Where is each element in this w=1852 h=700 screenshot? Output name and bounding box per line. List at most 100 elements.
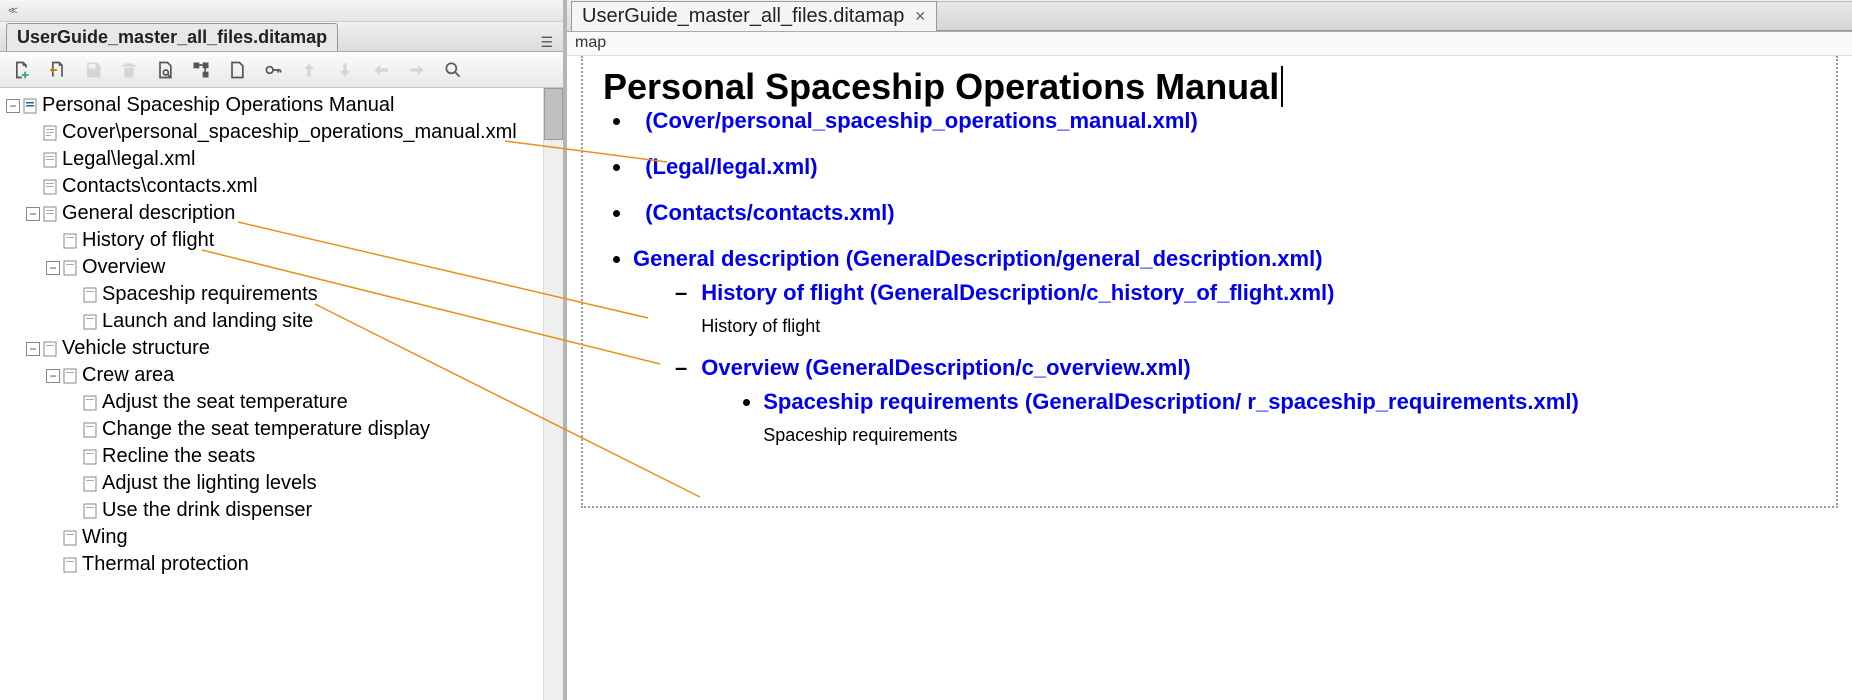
expander-icon[interactable]: − [26,342,40,356]
tree-label[interactable]: Spaceship requirements [102,283,318,306]
tree-label[interactable]: Adjust the lighting levels [102,472,317,495]
save-icon [82,59,104,81]
tree-root[interactable]: − Personal Spaceship Operations Manual [6,92,563,119]
tree-label[interactable]: General description [62,202,235,225]
left-toolbar [0,52,563,88]
tree-item-launch[interactable]: Launch and landing site [6,308,563,335]
tree-label[interactable]: Change the seat temperature display [102,418,430,441]
tree-item-dispenser[interactable]: Use the drink dispenser [6,497,563,524]
expander-icon[interactable]: − [26,207,40,221]
tree-item-cover[interactable]: Cover\personal_spaceship_operations_manu… [6,119,563,146]
panel-menu-icon[interactable]: ☰ [540,34,553,51]
tree-label[interactable]: History of flight [82,229,214,252]
left-tab-row: UserGuide_master_all_files.ditamap ☰ [0,22,563,52]
topic-icon [82,449,98,465]
tree-item-spaceship-req[interactable]: Spaceship requirements [6,281,563,308]
topic-icon [42,125,58,141]
topic-icon [82,287,98,303]
topic-icon [42,341,58,357]
tree-label[interactable]: Vehicle structure [62,337,210,360]
topic-icon [82,314,98,330]
arrow-right-icon [406,59,428,81]
topic-icon [62,557,78,573]
topic-icon [62,233,78,249]
tree-label[interactable]: Legal\legal.xml [62,148,195,171]
map-entry-spaceship-req[interactable]: Spaceship requirements (GeneralDescripti… [763,389,1579,446]
tree-label[interactable]: Thermal protection [82,553,249,576]
editor-area[interactable]: Personal Spaceship Operations Manual (Co… [567,56,1852,700]
tree-item-general[interactable]: − General description [6,200,563,227]
topic-icon [62,260,78,276]
map-entry-general[interactable]: General description (GeneralDescription/… [633,246,1816,466]
tree-label[interactable]: Overview [82,256,165,279]
tree-label[interactable]: Wing [82,526,128,549]
tree-item-vehicle[interactable]: − Vehicle structure [6,335,563,362]
link[interactable]: (Contacts/contacts.xml) [645,200,894,225]
tree-view[interactable]: − Personal Spaceship Operations Manual C… [0,88,563,700]
map-entry-contacts[interactable]: (Contacts/contacts.xml) [633,200,1816,226]
map-entry-legal[interactable]: (Legal/legal.xml) [633,154,1816,180]
expander-icon[interactable]: − [46,261,60,275]
left-tab[interactable]: UserGuide_master_all_files.ditamap [6,23,338,51]
arrow-left-icon [370,59,392,81]
import-icon[interactable] [46,59,68,81]
expander-icon[interactable]: − [6,99,20,113]
close-icon[interactable]: ✕ [914,8,926,25]
tree-item-adjust-temp[interactable]: Adjust the seat temperature [6,389,563,416]
tree-label[interactable]: Adjust the seat temperature [102,391,348,414]
left-panel: << UserGuide_master_all_files.ditamap ☰ [0,0,567,700]
delete-icon [118,59,140,81]
topic-icon [82,395,98,411]
key-icon[interactable] [262,59,284,81]
tree-label[interactable]: Cover\personal_spaceship_operations_manu… [62,121,517,144]
tree-label[interactable]: Contacts\contacts.xml [62,175,258,198]
breadcrumb-item[interactable]: map [575,34,606,51]
arrow-up-icon [298,59,320,81]
tree-item-contacts[interactable]: Contacts\contacts.xml [6,173,563,200]
link[interactable]: Overview (GeneralDescription/c_overview.… [701,355,1191,380]
right-panel: UserGuide_master_all_files.ditamap ✕ map… [567,0,1852,700]
tree-item-thermal[interactable]: Thermal protection [6,551,563,578]
link[interactable]: History of flight (GeneralDescription/c_… [701,280,1334,305]
tree-item-overview[interactable]: − Overview [6,254,563,281]
editor-tab[interactable]: UserGuide_master_all_files.ditamap ✕ [571,1,937,31]
map-entry-history[interactable]: History of flight (GeneralDescription/c_… [675,280,1816,337]
tree-item-legal[interactable]: Legal\legal.xml [6,146,563,173]
link[interactable]: (Legal/legal.xml) [645,154,817,179]
tree-scrollbar[interactable] [543,88,563,700]
new-file-icon[interactable] [10,59,32,81]
link[interactable]: General description (GeneralDescription/… [633,246,1323,271]
collapse-icon: << [8,5,15,17]
breadcrumb[interactable]: map [567,32,1852,56]
map-entry-cover[interactable]: (Cover/personal_spaceship_operations_man… [633,108,1816,134]
tree-label[interactable]: Launch and landing site [102,310,313,333]
tree-item-history[interactable]: History of flight [6,227,563,254]
link[interactable]: (Cover/personal_spaceship_operations_man… [645,108,1198,133]
left-tab-label: UserGuide_master_all_files.ditamap [17,27,327,48]
tree-label[interactable]: Recline the seats [102,445,255,468]
page-title[interactable]: Personal Spaceship Operations Manual [603,66,1283,107]
search-icon[interactable] [442,59,464,81]
entry-subtext: Spaceship requirements [763,425,1579,446]
tree-label[interactable]: Crew area [82,364,174,387]
tree-label[interactable]: Use the drink dispenser [102,499,312,522]
panel-collapse-bar[interactable]: << [0,0,563,22]
page-icon[interactable] [226,59,248,81]
tree-label[interactable]: Personal Spaceship Operations Manual [42,94,394,117]
structure-icon[interactable] [190,59,212,81]
tree-item-wing[interactable]: Wing [6,524,563,551]
preview-icon[interactable] [154,59,176,81]
topic-icon [82,503,98,519]
topic-icon [42,179,58,195]
tree-item-recline[interactable]: Recline the seats [6,443,563,470]
tree-item-lighting[interactable]: Adjust the lighting levels [6,470,563,497]
tree-item-crew[interactable]: − Crew area [6,362,563,389]
tree-item-change-temp[interactable]: Change the seat temperature display [6,416,563,443]
topic-icon [62,368,78,384]
map-entry-overview[interactable]: Overview (GeneralDescription/c_overview.… [675,355,1816,466]
entry-subtext: History of flight [701,316,1334,337]
link[interactable]: Spaceship requirements (GeneralDescripti… [763,389,1579,414]
topic-icon [42,206,58,222]
expander-icon[interactable]: − [46,369,60,383]
topic-icon [42,152,58,168]
